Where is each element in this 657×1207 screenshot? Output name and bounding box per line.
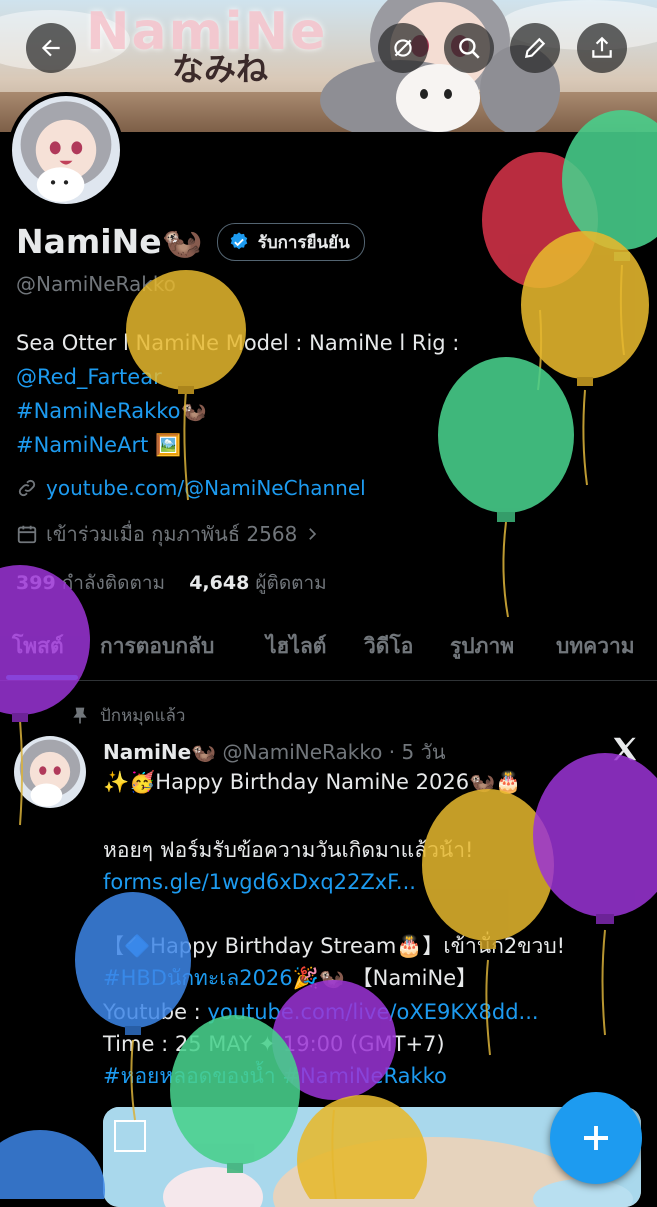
search-icon — [459, 38, 480, 59]
bio-hashtag-link[interactable]: #NamiNeArt — [16, 433, 148, 457]
post-time[interactable]: 5 วัน — [402, 740, 446, 764]
post-author-handle[interactable]: @NamiNeRakko — [223, 740, 383, 764]
compose-post-button[interactable] — [550, 1092, 642, 1184]
followers-link[interactable]: 4,648 ผู้ติดตาม — [189, 572, 327, 594]
mute-button[interactable] — [378, 23, 428, 73]
bio-emoji: 🦦 — [180, 399, 207, 423]
website-link[interactable]: youtube.com/@NamiNeChannel — [46, 476, 366, 500]
post-author-avatar[interactable] — [14, 736, 86, 808]
chevron-right-icon — [309, 528, 317, 540]
balloon — [0, 1130, 105, 1199]
post-youtube-link[interactable]: youtube.com/live/oXE9KX8dd... — [207, 1000, 538, 1024]
display-name: NamiNe🦦 — [16, 222, 203, 261]
post-header: NamiNe🦦 @NamiNeRakko · 5 วัน — [103, 740, 446, 764]
post-line: Time : 25 MAY ✦ 19:00 (GMT+7) — [103, 1032, 445, 1056]
follow-stats: 399 กำลังติดตาม 4,648 ผู้ติดตาม — [16, 568, 327, 598]
profile-bio: Sea Otter l NamiNe Model : NamiNe l Rig … — [16, 326, 636, 462]
pinned-indicator: ปักหมุดแล้ว — [70, 702, 185, 729]
profile-avatar[interactable] — [8, 92, 124, 208]
share-icon — [592, 36, 612, 58]
tab-media[interactable]: รูปภาพ — [450, 630, 514, 663]
joined-date: เข้าร่วมเมื่อ กุมภาพันธ์ 2568 — [46, 522, 298, 546]
mute-icon — [394, 39, 412, 57]
profile-website: youtube.com/@NamiNeChannel — [16, 476, 366, 500]
tab-highlights[interactable]: ไฮไลต์ — [266, 630, 326, 663]
balloon — [562, 110, 657, 356]
tab-posts[interactable]: โพสต์ — [12, 630, 64, 663]
plus-icon — [584, 1126, 608, 1150]
post-line: 【🔷Happy Birthday Stream🎂】เข้านั่ก2ขวบ! — [103, 934, 566, 958]
link-icon — [18, 479, 36, 497]
post-author-name[interactable]: NamiNe🦦 — [103, 740, 216, 764]
bio-emoji: 🖼️ — [155, 433, 182, 457]
profile-handle: @NamiNeRakko — [16, 272, 176, 296]
x-logo-icon — [613, 737, 637, 761]
edit-icon — [524, 37, 546, 59]
tab-videos[interactable]: วิดีโอ — [364, 630, 413, 663]
following-link[interactable]: 399 กำลังติดตาม — [16, 572, 165, 594]
bio-mention-link[interactable]: @Red_Fartear — [16, 365, 162, 389]
post-hashtag-link[interactable]: #HBDนักทะเล2026 — [103, 966, 293, 990]
post-hashtag-link[interactable]: #NamiNeRakko — [282, 1064, 447, 1088]
tab-replies[interactable]: การตอบกลับ — [100, 630, 214, 663]
active-tab-indicator — [6, 675, 78, 680]
back-button[interactable] — [26, 23, 76, 73]
tab-articles[interactable]: บทความ — [556, 630, 635, 663]
verified-badge-button[interactable]: รับการยืนยัน — [216, 223, 365, 261]
post-hashtag-link[interactable]: #หอยหลอดของน้ำ — [103, 1064, 276, 1088]
profile-joined[interactable]: เข้าร่วมเมื่อ กุมภาพันธ์ 2568 — [16, 518, 329, 550]
calendar-icon — [17, 525, 37, 544]
pinned-label: ปักหมุดแล้ว — [100, 706, 186, 726]
banner-subtitle: なみね — [172, 50, 269, 88]
share-button[interactable] — [577, 23, 627, 73]
verified-label: รับการยืนยัน — [257, 232, 350, 253]
search-button[interactable] — [444, 23, 494, 73]
bio-line: Sea Otter l NamiNe Model : NamiNe l Rig … — [16, 331, 460, 355]
arrow-left-icon — [41, 39, 60, 57]
avatar-image — [12, 96, 120, 204]
post-form-link[interactable]: forms.gle/1wgd6xDxq22ZxF... — [103, 870, 416, 894]
pin-icon — [73, 707, 87, 723]
verified-check-icon — [230, 232, 247, 250]
edit-button[interactable] — [510, 23, 560, 73]
profile-tabs: โพสต์ การตอบกลับ ไฮไลต์ วิดีโอ รูปภาพ บท… — [0, 620, 657, 681]
post-line: หอยๆ ฟอร์มรับข้อความวันเกิดมาแล้วน้า! — [103, 838, 474, 862]
post-line: ✨🥳Happy Birthday NamiNe 2026🦦🎂 — [103, 770, 522, 794]
bio-hashtag-link[interactable]: #NamiNeRakko — [16, 399, 181, 423]
